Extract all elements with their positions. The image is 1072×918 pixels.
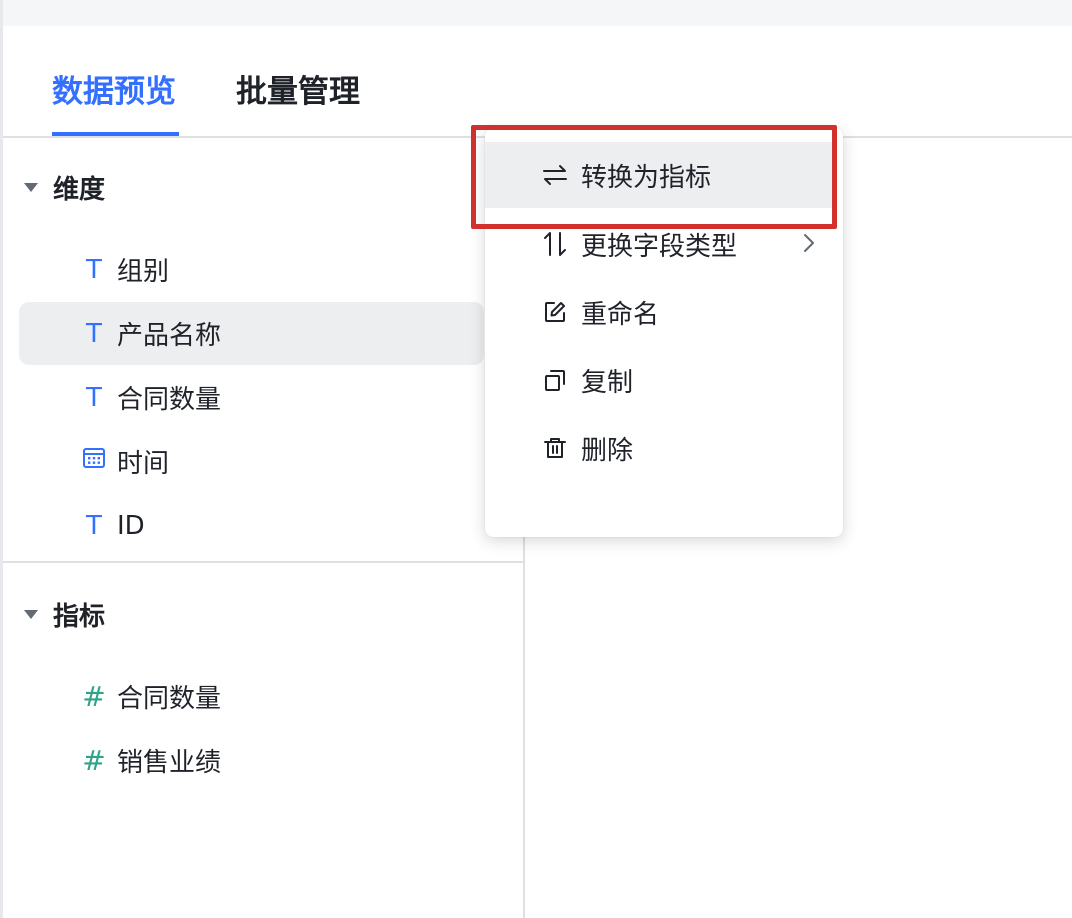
dimension-group-title: 维度 xyxy=(53,174,106,205)
caret-down-icon xyxy=(24,609,38,619)
menu-item-label: 复制 xyxy=(581,367,634,398)
menu-item-label: 转换为指标 xyxy=(581,162,712,193)
top-bar xyxy=(0,0,1072,26)
field-label: ID xyxy=(117,510,145,541)
trash-icon xyxy=(541,436,569,460)
context-menu: 转换为指标 更换字段类型 重命名 复制 删除 xyxy=(485,128,843,537)
field-item[interactable]: T 组别 xyxy=(19,238,484,301)
field-label: 销售业绩 xyxy=(117,748,222,778)
edit-icon xyxy=(541,300,569,324)
text-type-icon: T xyxy=(86,510,102,541)
text-type-icon: T xyxy=(86,382,102,413)
tab-batch-manage[interactable]: 批量管理 xyxy=(236,70,360,114)
metric-group-header[interactable]: 指标 xyxy=(20,594,105,634)
field-label: 产品名称 xyxy=(117,321,222,351)
chevron-right-icon xyxy=(803,233,815,257)
metric-group-title: 指标 xyxy=(53,601,106,632)
field-item[interactable]: T 产品名称 xyxy=(19,302,484,365)
field-label: 合同数量 xyxy=(117,385,222,415)
section-divider xyxy=(3,561,524,563)
menu-item-convert-to-metric[interactable]: 转换为指标 xyxy=(485,142,835,208)
field-label: 时间 xyxy=(117,449,170,479)
field-label: 合同数量 xyxy=(117,684,222,714)
field-item[interactable]: T 合同数量 xyxy=(19,366,484,429)
menu-item-label: 重命名 xyxy=(581,299,660,330)
menu-item-label: 删除 xyxy=(581,435,634,466)
field-item[interactable]: # 销售业绩 xyxy=(19,729,484,792)
menu-item-delete[interactable]: 删除 xyxy=(485,415,843,481)
calendar-icon xyxy=(76,446,112,477)
field-item[interactable]: T ID xyxy=(19,494,484,557)
field-item[interactable]: # 合同数量 xyxy=(19,665,484,728)
field-item[interactable]: 时间 xyxy=(19,430,484,493)
sort-arrows-icon xyxy=(541,231,569,257)
text-type-icon: T xyxy=(86,254,102,285)
caret-down-icon xyxy=(24,182,38,192)
menu-item-rename[interactable]: 重命名 xyxy=(485,279,843,345)
menu-item-change-field-type[interactable]: 更换字段类型 xyxy=(485,211,843,277)
number-type-icon: # xyxy=(82,680,106,713)
number-type-icon: # xyxy=(82,744,106,777)
copy-icon xyxy=(541,368,569,392)
menu-item-label: 更换字段类型 xyxy=(581,231,738,262)
field-label: 组别 xyxy=(117,257,170,287)
dimension-group-header[interactable]: 维度 xyxy=(20,167,105,207)
tab-data-preview[interactable]: 数据预览 xyxy=(52,70,176,114)
text-type-icon: T xyxy=(86,318,102,349)
menu-item-copy[interactable]: 复制 xyxy=(485,347,843,413)
swap-icon xyxy=(541,164,569,186)
